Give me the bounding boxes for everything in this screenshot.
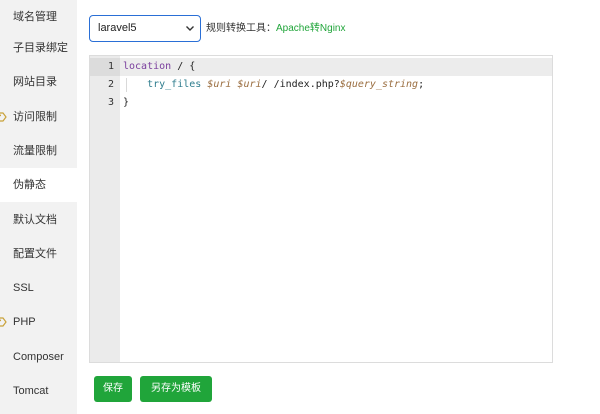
line-number: 2 bbox=[107, 79, 114, 90]
code-token: ; bbox=[418, 79, 425, 90]
sidebar-item-label: 子目录绑定 bbox=[13, 42, 68, 54]
code-token: $query_string bbox=[339, 79, 419, 90]
code-token: / { bbox=[171, 61, 196, 72]
code-line: try_files $uri $uri/ /index.php?$query_s… bbox=[123, 76, 424, 94]
line-number: 3 bbox=[107, 97, 114, 108]
chevron-down-icon bbox=[186, 26, 194, 31]
tag-icon bbox=[0, 112, 7, 122]
rewrite-template-selected-value: laravel5 bbox=[98, 22, 137, 34]
sidebar-item-label: Composer bbox=[13, 351, 64, 363]
sidebar-item-tomcat[interactable]: Tomcat bbox=[0, 374, 77, 408]
code-line: } bbox=[123, 94, 129, 112]
save-as-template-button[interactable]: 另存为模板 bbox=[140, 376, 212, 402]
sidebar-item-site-directory[interactable]: 网站目录 bbox=[0, 65, 77, 99]
sidebar-item-php[interactable]: PHP bbox=[0, 305, 77, 339]
line-number: 1 bbox=[107, 61, 114, 72]
code-token: $uri bbox=[207, 79, 232, 90]
sidebar-item-access-restriction[interactable]: 访问限制 bbox=[0, 100, 77, 134]
code-token: / /index.php? bbox=[261, 79, 340, 90]
rewrite-code-editor[interactable]: 1 2 3 location / { try_files $uri $uri/ … bbox=[89, 55, 553, 363]
sidebar-item-composer[interactable]: Composer bbox=[0, 340, 77, 374]
rule-converter-label: 规则转换工具： bbox=[206, 23, 276, 34]
rewrite-template-select[interactable]: laravel5 bbox=[89, 15, 201, 42]
sidebar-item-rewrite[interactable]: 伪静态 bbox=[0, 168, 77, 202]
code-token: location bbox=[123, 61, 172, 72]
sidebar-item-label: 网站目录 bbox=[13, 76, 57, 88]
sidebar-item-label: 流量限制 bbox=[13, 145, 57, 157]
sidebar-item-traffic-limit[interactable]: 流量限制 bbox=[0, 134, 77, 168]
sidebar-item-label: 默认文档 bbox=[13, 214, 57, 226]
code-line: location / { bbox=[123, 58, 195, 76]
code-token: $uri bbox=[237, 79, 262, 90]
sidebar-item-label: SSL bbox=[13, 282, 34, 294]
sidebar-item-ssl[interactable]: SSL bbox=[0, 271, 77, 305]
site-settings-sidebar: 域名管理 子目录绑定 网站目录 访问限制 流量限制 伪静态 默认文档 配置文件 … bbox=[0, 0, 77, 414]
sidebar-item-default-document[interactable]: 默认文档 bbox=[0, 203, 77, 237]
code-token: try_files bbox=[147, 79, 202, 90]
apache-to-nginx-link[interactable]: Apache转Nginx bbox=[276, 15, 345, 42]
sidebar-item-config-file[interactable]: 配置文件 bbox=[0, 237, 77, 271]
sidebar-item-label: Tomcat bbox=[13, 385, 49, 397]
code-token: } bbox=[123, 97, 130, 108]
sidebar-item-label: 域名管理 bbox=[13, 11, 57, 23]
sidebar-item-label: PHP bbox=[13, 316, 36, 328]
sidebar-item-label: 访问限制 bbox=[13, 111, 57, 123]
tag-icon bbox=[0, 317, 7, 327]
sidebar-item-subdirectory-binding[interactable]: 子目录绑定 bbox=[0, 31, 77, 65]
sidebar-item-label: 伪静态 bbox=[13, 179, 46, 191]
save-button[interactable]: 保存 bbox=[94, 376, 132, 402]
sidebar-item-label: 配置文件 bbox=[13, 248, 57, 260]
sidebar-item-domain[interactable]: 域名管理 bbox=[0, 0, 77, 34]
